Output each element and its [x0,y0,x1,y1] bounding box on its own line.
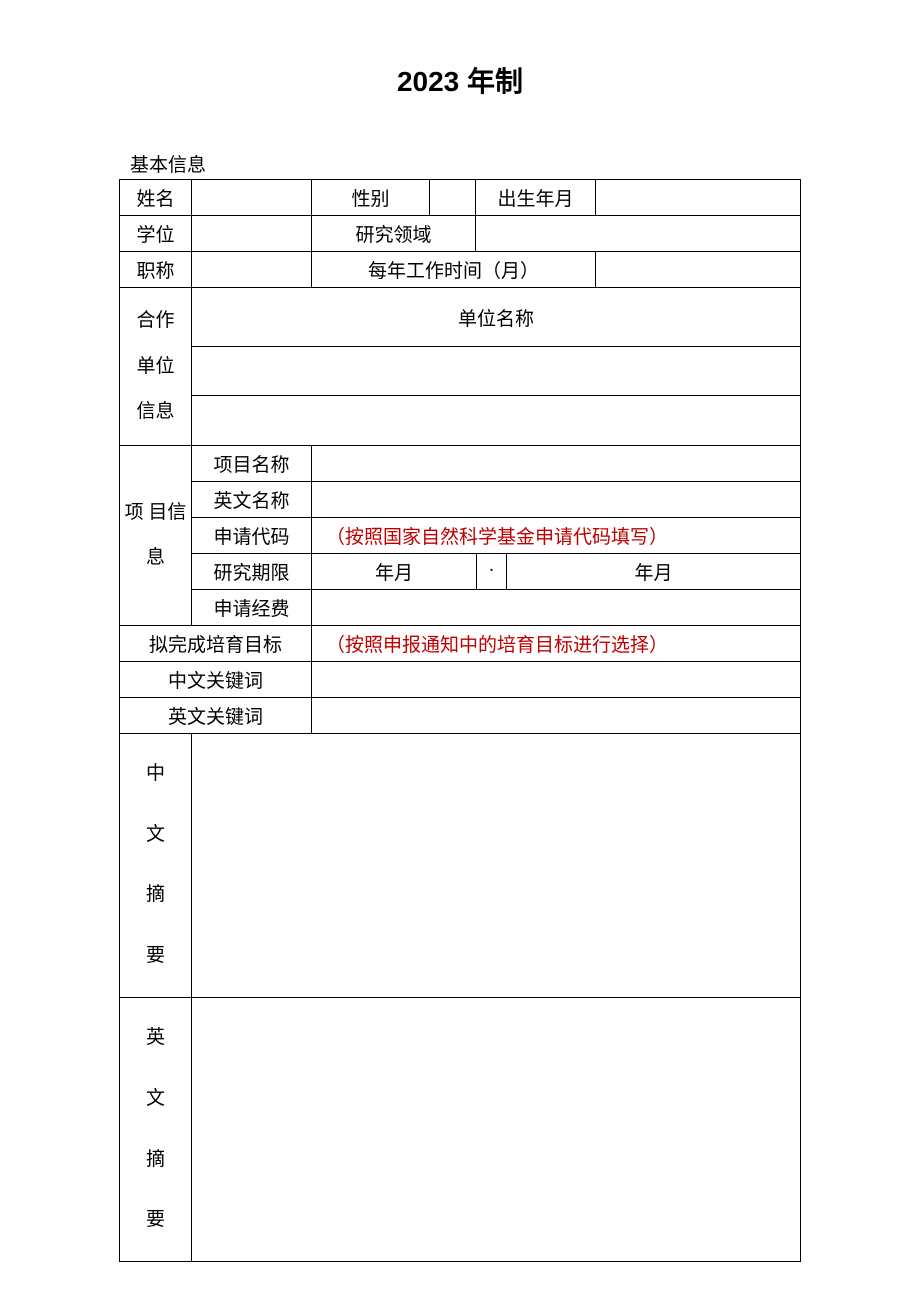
hint-goal: （按照申报通知中的培育目标进行选择） [312,625,801,661]
page-title: 2023 年制 [0,60,920,100]
row-period: 研究期限 年月 · 年月 [120,553,801,589]
field-name[interactable] [192,180,312,216]
row-funds: 申请经费 [120,589,801,625]
row-partner-unit-line2 [120,347,801,396]
field-period-from[interactable]: 年月 [312,553,477,589]
field-unit-line2[interactable] [192,347,801,396]
label-gender: 性别 [312,180,430,216]
field-gender[interactable] [430,180,476,216]
abstract-table: 中文摘要 英文摘要 [119,733,801,1262]
row-name-gender-birth: 姓名 性别 出生年月 [120,180,801,216]
label-proj-name: 项目名称 [192,445,312,481]
row-goal: 拟完成培育目标 （按照申报通知中的培育目标进行选择） [120,625,801,661]
label-proj-name-en: 英文名称 [192,481,312,517]
field-proj-name[interactable] [312,445,801,481]
section-basic-info-label: 基本信息 [130,150,920,177]
label-job-title: 职称 [120,252,192,288]
label-kw-cn: 中文关键词 [120,661,312,697]
field-degree[interactable] [192,216,312,252]
label-funds: 申请经费 [192,589,312,625]
label-period: 研究期限 [192,553,312,589]
row-proj-name: 项 目信息 项目名称 [120,445,801,481]
field-work-months[interactable] [596,252,801,288]
row-partner-unit-line3 [120,396,801,445]
label-research-field: 研究领域 [312,216,476,252]
label-goal: 拟完成培育目标 [120,625,312,661]
row-kw-en: 英文关键词 [120,697,801,733]
row-app-code: 申请代码 （按照国家自然科学基金申请代码填写） [120,517,801,553]
label-project-info: 项 目信息 [120,445,192,625]
label-work-months: 每年工作时间（月） [312,252,596,288]
field-period-to[interactable]: 年月 [507,553,801,589]
label-app-code: 申请代码 [192,517,312,553]
row-degree-field: 学位 研究领域 [120,216,801,252]
row-proj-name-en: 英文名称 [120,481,801,517]
field-job-title[interactable] [192,252,312,288]
row-title-months: 职称 每年工作时间（月） [120,252,801,288]
basic-info-table: 姓名 性别 出生年月 学位 研究领域 职称 每年工作时间（月） 合作单位信息 单… [119,179,801,446]
field-research-field[interactable] [476,216,801,252]
field-unit-line3[interactable] [192,396,801,445]
field-abstract-en[interactable] [192,997,801,1261]
field-birth[interactable] [596,180,801,216]
label-abstract-en: 英文摘要 [120,997,192,1261]
field-proj-name-en[interactable] [312,481,801,517]
field-kw-en[interactable] [312,697,801,733]
row-abs-en: 英文摘要 [120,997,801,1261]
hint-app-code: （按照国家自然科学基金申请代码填写） [312,517,801,553]
project-info-table: 项 目信息 项目名称 英文名称 申请代码 （按照国家自然科学基金申请代码填写） … [119,445,801,626]
goal-keywords-table: 拟完成培育目标 （按照申报通知中的培育目标进行选择） 中文关键词 英文关键词 [119,625,801,734]
row-abs-cn: 中文摘要 [120,733,801,997]
field-funds[interactable] [312,589,801,625]
label-name: 姓名 [120,180,192,216]
row-partner-unit-line1: 合作单位信息 单位名称 [120,288,801,347]
label-partner-unit-info: 合作单位信息 [120,288,192,446]
field-abstract-cn[interactable] [192,733,801,997]
label-abstract-cn: 中文摘要 [120,733,192,997]
field-kw-cn[interactable] [312,661,801,697]
label-unit-name: 单位名称 [192,288,801,347]
label-kw-en: 英文关键词 [120,697,312,733]
label-period-sep: · [477,553,507,589]
label-birth: 出生年月 [476,180,596,216]
row-kw-cn: 中文关键词 [120,661,801,697]
label-degree: 学位 [120,216,192,252]
